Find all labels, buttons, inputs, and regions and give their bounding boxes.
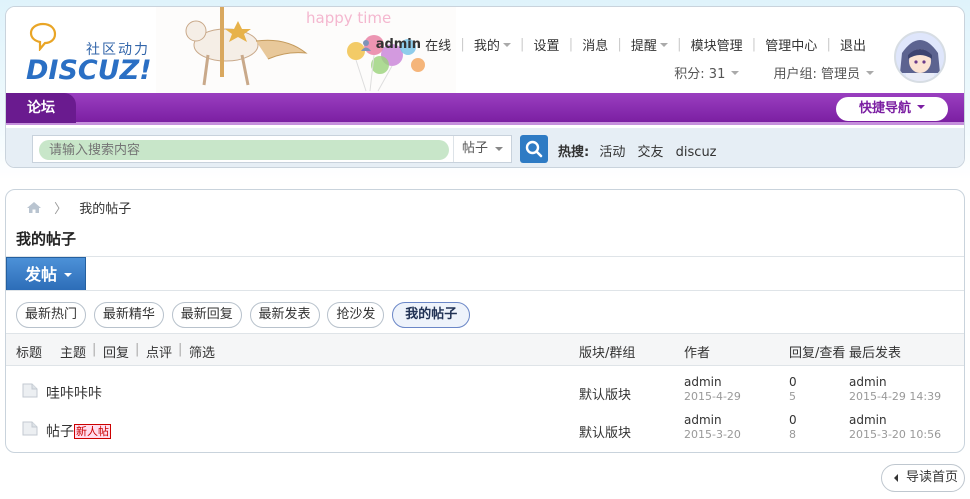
- tab-latest-hot[interactable]: 最新热门: [16, 302, 87, 328]
- tab-latest-reply[interactable]: 最新回复: [171, 302, 242, 328]
- module-manage-link[interactable]: 模块管理: [691, 39, 743, 54]
- divider: [6, 290, 964, 291]
- hot-search-label: 热搜:: [558, 145, 590, 160]
- tab-my-threads[interactable]: 我的帖子: [392, 302, 471, 328]
- thread-replies: 0: [789, 413, 797, 427]
- points-menu[interactable]: 积分: 31: [674, 67, 739, 82]
- thread-filter-tabs: 最新热门 最新精华 最新回复 最新发表 抢沙发 我的帖子: [16, 302, 474, 328]
- hot-keyword[interactable]: discuz: [676, 145, 717, 160]
- site-logo[interactable]: 社区动力 DISCUZ!: [24, 19, 164, 87]
- tab-latest-post[interactable]: 最新发表: [249, 302, 320, 328]
- col-author: 作者: [684, 346, 711, 361]
- thread-date: 2015-4-29: [684, 390, 741, 403]
- search-input[interactable]: [39, 140, 449, 160]
- thread-views: 8: [789, 428, 796, 441]
- user-stats: 积分: 31 用户组: 管理员: [674, 63, 874, 82]
- banner-text: happy time: [306, 9, 391, 27]
- online-status[interactable]: 在线: [425, 39, 451, 54]
- logo-wordmark: DISCUZ!: [26, 55, 152, 86]
- col-replies-views: 回复/查看: [789, 346, 846, 361]
- breadcrumb-separator: 〉: [54, 202, 68, 217]
- page-title: 我的帖子: [16, 230, 77, 248]
- quick-nav-button[interactable]: 快捷导航: [836, 97, 948, 121]
- thread-title[interactable]: 哇咔咔咔: [46, 383, 102, 403]
- breadcrumb: 〉 我的帖子: [26, 198, 131, 217]
- search-icon: [525, 140, 543, 158]
- thread-author[interactable]: admin: [684, 375, 722, 389]
- table-row: 哇咔咔咔 默认版块 admin 2015-4-29 0 5 admin 2015…: [6, 375, 964, 414]
- notifications-link[interactable]: 提醒: [631, 39, 668, 54]
- user-bar: admin 在线 | 我的 | 设置 | 消息 | 提醒 | 模块管理 | 管理…: [360, 35, 866, 54]
- tab-latest-digest[interactable]: 最新精华: [93, 302, 164, 328]
- thread-replies: 0: [789, 375, 797, 389]
- table-header: 标题 主题 | 回复 | 点评 | 筛选 版块/群组 作者 回复/查看 最后发表: [6, 333, 964, 366]
- messages-link[interactable]: 消息: [582, 39, 608, 54]
- hot-keyword[interactable]: 交友: [638, 145, 664, 160]
- my-menu-link[interactable]: 我的: [474, 39, 511, 54]
- avatar[interactable]: [894, 31, 946, 83]
- banner: happy time 社区动力 DISCUZ! admin 在线 | 我的 |: [6, 7, 964, 93]
- nav-forum-tab[interactable]: 论坛: [6, 93, 76, 123]
- user-group-menu[interactable]: 用户组: 管理员: [773, 67, 874, 82]
- username-link[interactable]: admin: [376, 37, 421, 52]
- last-post-author[interactable]: admin: [849, 413, 887, 427]
- tab-sofa[interactable]: 抢沙发: [327, 302, 385, 328]
- logout-link[interactable]: 退出: [840, 39, 866, 54]
- filter-threads[interactable]: 主题: [60, 342, 86, 361]
- guide-home-button[interactable]: 导读首页: [881, 464, 965, 492]
- search-bar: 帖子 热搜: 活动 交友 discuz: [6, 128, 964, 167]
- nav-bar: 论坛 快捷导航: [6, 93, 964, 125]
- header-panel: happy time 社区动力 DISCUZ! admin 在线 | 我的 |: [5, 6, 965, 168]
- avatar-image: [896, 33, 944, 81]
- last-post-author[interactable]: admin: [849, 375, 887, 389]
- divider: [6, 256, 964, 257]
- hot-keyword[interactable]: 活动: [599, 145, 625, 160]
- thread-date: 2015-3-20: [684, 428, 741, 441]
- search-type-select[interactable]: 帖子: [453, 136, 513, 162]
- new-user-badge: 新人帖: [74, 424, 111, 439]
- col-forum: 版块/群组: [579, 346, 636, 361]
- header: happy time 社区动力 DISCUZ! admin 在线 | 我的 |: [0, 0, 970, 180]
- settings-link[interactable]: 设置: [534, 39, 560, 54]
- admin-center-link[interactable]: 管理中心: [765, 39, 817, 54]
- thread-forum[interactable]: 默认版块: [579, 422, 631, 441]
- thread-views: 5: [789, 390, 796, 403]
- thread-title-group: 帖子 新人帖: [46, 421, 111, 441]
- search-box: 帖子: [32, 135, 512, 163]
- thread-folder-icon: [22, 421, 38, 436]
- col-title: 标题: [16, 346, 43, 361]
- thread-title[interactable]: 帖子: [46, 424, 74, 440]
- thread-author[interactable]: admin: [684, 413, 722, 427]
- last-post-date[interactable]: 2015-3-20 10:56: [849, 428, 941, 441]
- logo-bubble-icon: [29, 22, 57, 51]
- new-post-button[interactable]: 发帖: [6, 257, 86, 291]
- thread-folder-icon: [22, 383, 38, 398]
- filter-comments[interactable]: 点评: [146, 342, 172, 361]
- user-icon: [360, 39, 371, 51]
- last-post-date[interactable]: 2015-4-29 14:39: [849, 390, 941, 403]
- filter-screen[interactable]: 筛选: [189, 342, 215, 361]
- main-panel: 〉 我的帖子 我的帖子 发帖 最新热门 最新精华 最新回复 最新发表 抢沙发 我…: [5, 189, 965, 453]
- col-last-post: 最后发表: [849, 346, 902, 361]
- search-button[interactable]: [520, 135, 548, 163]
- table-row: 帖子 新人帖 默认版块 admin 2015-3-20 0 8 admin 201…: [6, 413, 964, 452]
- hot-search: 热搜: 活动 交友 discuz: [558, 141, 725, 160]
- home-icon[interactable]: [26, 201, 42, 214]
- breadcrumb-current[interactable]: 我的帖子: [79, 202, 131, 217]
- filter-replies[interactable]: 回复: [103, 342, 129, 361]
- thread-forum[interactable]: 默认版块: [579, 384, 631, 403]
